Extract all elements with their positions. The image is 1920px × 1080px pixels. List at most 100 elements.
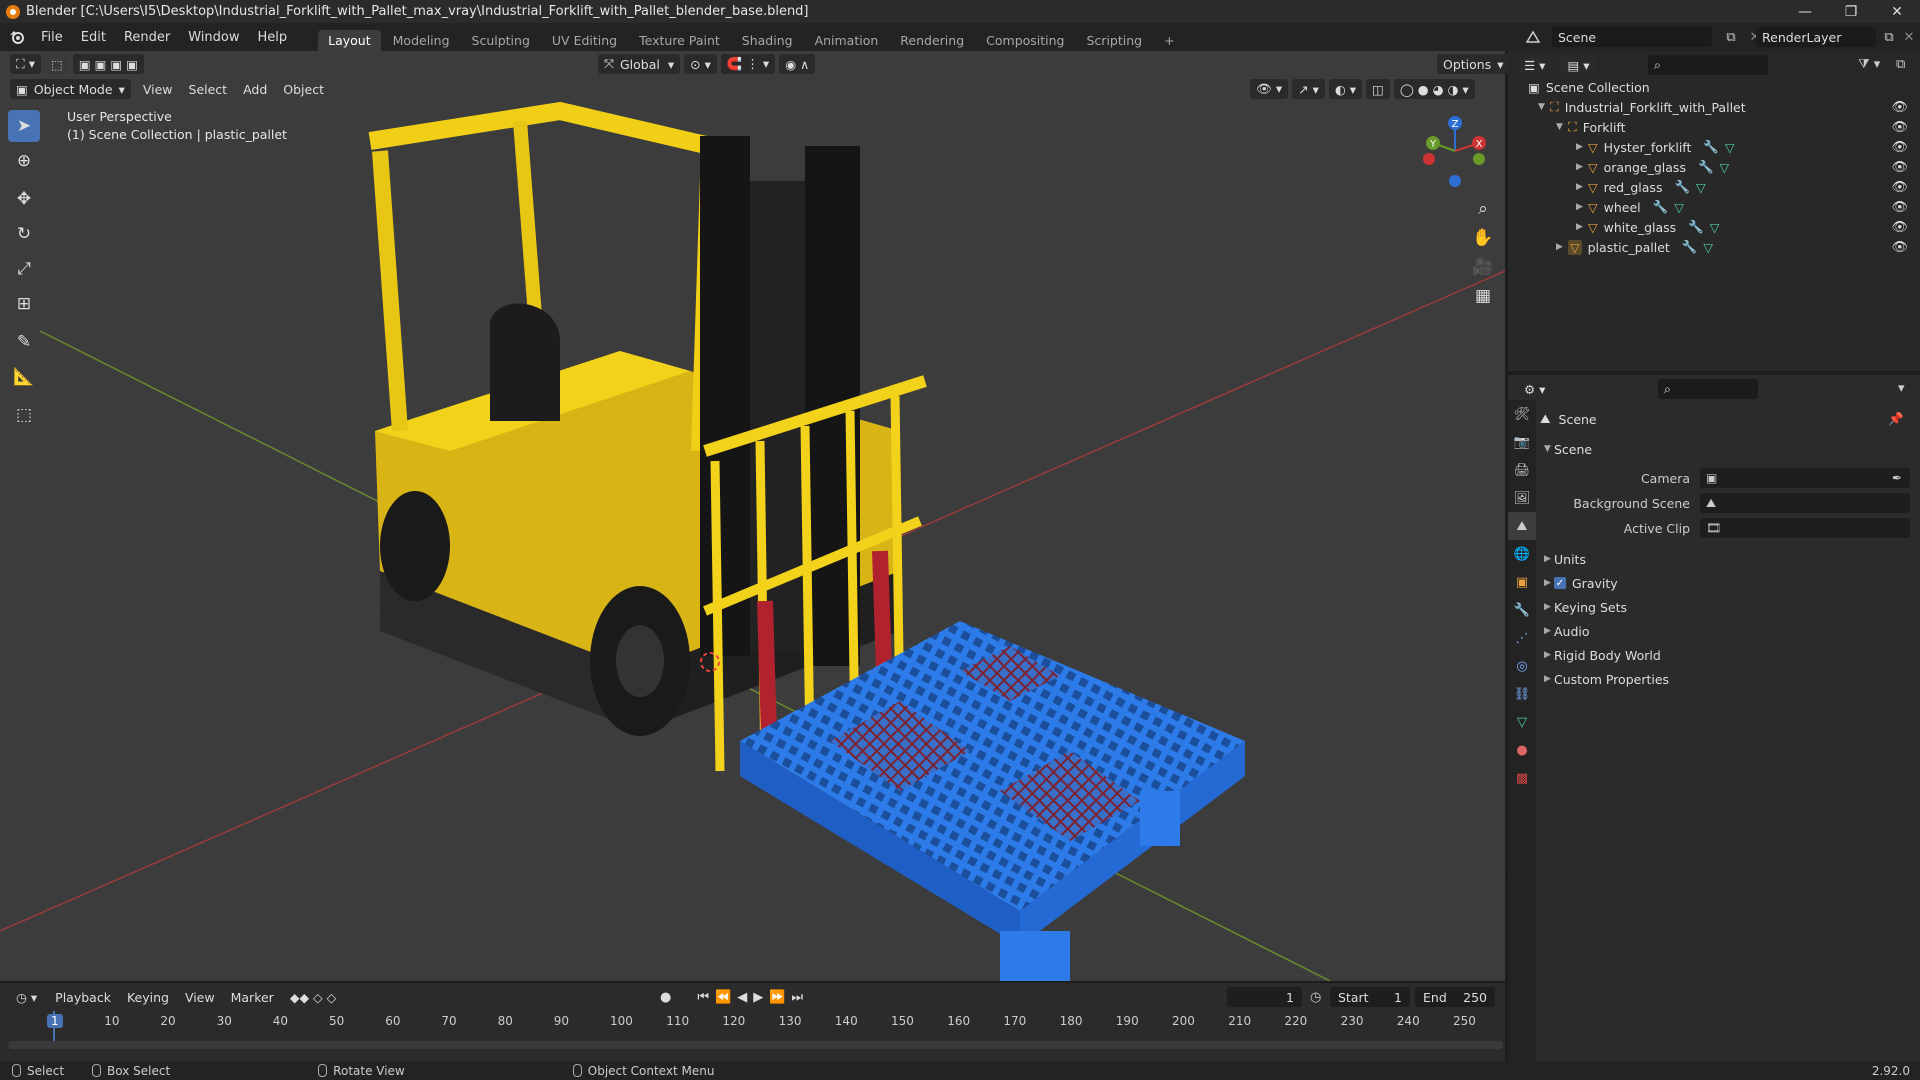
render-tab-icon[interactable]: 📷 [1508, 428, 1536, 456]
outliner-row-plastic-pallet[interactable]: ▶ ▽ plastic_pallet 🔧 ▽ 👁 [1508, 237, 1920, 257]
rotate-tool-icon[interactable]: ↻ [8, 218, 40, 250]
tab-sculpting[interactable]: Sculpting [462, 30, 540, 51]
new-layer-icon[interactable]: ⧉ [1880, 28, 1898, 46]
annotate-tool-icon[interactable]: ✎ [8, 326, 40, 358]
modifier-wrench-icon[interactable]: 🔧 [1682, 239, 1698, 255]
world-tab-icon[interactable]: 🌐 [1508, 540, 1536, 568]
outliner-search-input[interactable]: ⌕ [1648, 55, 1768, 75]
tab-animation[interactable]: Animation [805, 30, 889, 51]
mesh-data-icon[interactable]: ▽ [1696, 180, 1706, 195]
end-frame-field[interactable]: End 250 [1415, 987, 1495, 1007]
expand-triangle-icon[interactable]: ▼ [1556, 122, 1568, 132]
chevron-down-icon[interactable]: ▾ [1898, 381, 1905, 396]
eye-icon[interactable]: 👁 [1891, 200, 1908, 215]
start-frame-field[interactable]: Start 1 [1330, 987, 1410, 1007]
eye-icon[interactable]: 👁 [1891, 100, 1908, 115]
mesh-data-icon[interactable]: ▽ [1725, 140, 1735, 155]
maximize-button[interactable]: ❐ [1828, 0, 1874, 23]
cursor-tool-icon[interactable]: ⊕ [8, 145, 40, 177]
view-layer-tab-icon[interactable]: 🖼 [1508, 484, 1536, 512]
record-icon[interactable]: ● [660, 990, 671, 1005]
modifier-wrench-icon[interactable]: 🔧 [1703, 139, 1719, 155]
expand-triangle-icon[interactable]: ▶ [1576, 182, 1588, 192]
navigation-gizmo[interactable]: Z X Y [1415, 111, 1495, 191]
timeline-menu-marker[interactable]: Marker [223, 990, 282, 1005]
data-tab-icon[interactable]: ▽ [1508, 708, 1536, 736]
eye-icon[interactable]: 👁 [1891, 240, 1908, 255]
modifier-wrench-icon[interactable]: 🔧 [1653, 199, 1669, 215]
filter-icon[interactable]: ⧩ ▾ [1858, 57, 1880, 72]
select-tool-icon[interactable]: ⬚ [45, 54, 69, 74]
frame-ruler[interactable]: 1 10 20 30 40 50 60 70 80 90 100 110 120 130 140 150 160… [0, 1011, 1505, 1031]
viewport-menu-select[interactable]: Select [181, 82, 236, 97]
tab-modeling[interactable]: Modeling [383, 30, 460, 51]
eye-icon[interactable]: 👁 [1891, 220, 1908, 235]
outliner-row-scene-collection[interactable]: ▣ Scene Collection [1508, 77, 1920, 97]
render-layer-selector[interactable]: RenderLayer [1756, 27, 1876, 47]
expand-triangle-icon[interactable]: ▶ [1576, 162, 1588, 172]
selection-mode-icons[interactable]: ▣ ▣ ▣ ▣ [72, 54, 144, 74]
zoom-icon[interactable]: ⌕ [1470, 196, 1496, 222]
eye-icon[interactable]: 👁 [1891, 120, 1908, 135]
outliner-row-red-glass[interactable]: ▶ ▽ red_glass 🔧 ▽ 👁 [1508, 177, 1920, 197]
particles-tab-icon[interactable]: ⋰ [1508, 624, 1536, 652]
close-button[interactable]: ✕ [1874, 0, 1920, 23]
panel-gravity[interactable]: ▶ ✓ Gravity [1540, 572, 1912, 594]
add-workspace-button[interactable]: + [1154, 30, 1184, 51]
modifier-tab-icon[interactable]: 🔧 [1508, 596, 1536, 624]
snap-icon[interactable]: 🧲 ⋮ ▾ [720, 54, 776, 74]
menu-file[interactable]: File [32, 30, 72, 45]
properties-editor-icon[interactable]: ⚙ ▾ [1518, 379, 1552, 399]
menu-window[interactable]: Window [179, 30, 248, 45]
eye-icon[interactable]: 👁 [1891, 180, 1908, 195]
xray-icon[interactable]: ◫ [1366, 79, 1390, 99]
display-mode-icon[interactable]: ▤ ▾ [1561, 55, 1596, 75]
proportional-editing-icon[interactable]: ◉ ∧ [779, 54, 816, 74]
tab-compositing[interactable]: Compositing [976, 30, 1074, 51]
panel-custom-properties[interactable]: ▶ Custom Properties [1540, 668, 1912, 690]
outliner-row-wheel[interactable]: ▶ ▽ wheel 🔧 ▽ 👁 [1508, 197, 1920, 217]
outliner-row-industrial-forklift[interactable]: ▼ ⛶ Industrial_Forklift_with_Pallet 👁 [1508, 97, 1920, 117]
eyedropper-icon[interactable]: ✒ [1892, 471, 1902, 485]
scale-tool-icon[interactable]: ⤢ [8, 253, 40, 285]
prev-keyframe-icon[interactable]: ⏪ [715, 990, 731, 1005]
options-dropdown[interactable]: Options ▾ [1437, 54, 1510, 74]
texture-tab-icon[interactable]: ▩ [1508, 764, 1536, 792]
add-cube-tool-icon[interactable]: ⬚ [8, 399, 40, 431]
select-box-tool-icon[interactable]: ➤ [8, 110, 40, 142]
blender-menu-icon[interactable] [8, 28, 26, 46]
scene-tab-icon[interactable]: ⛰ [1508, 512, 1536, 540]
tab-uv-editing[interactable]: UV Editing [542, 30, 627, 51]
tab-rendering[interactable]: Rendering [890, 30, 974, 51]
outliner-row-orange-glass[interactable]: ▶ ▽ orange_glass 🔧 ▽ 👁 [1508, 157, 1920, 177]
measure-tool-icon[interactable]: 📐 [8, 361, 40, 393]
minimize-button[interactable]: — [1782, 0, 1828, 23]
modifier-wrench-icon[interactable]: 🔧 [1674, 179, 1690, 195]
panel-units[interactable]: ▶ Units [1540, 548, 1912, 570]
camera-view-icon[interactable]: 🎥 [1470, 254, 1496, 280]
physics-tab-icon[interactable]: ◎ [1508, 652, 1536, 680]
viewport-menu-object[interactable]: Object [275, 82, 332, 97]
viewport-menu-view[interactable]: View [135, 82, 181, 97]
modifier-wrench-icon[interactable]: 🔧 [1698, 159, 1714, 175]
eye-icon[interactable]: 👁 [1891, 160, 1908, 175]
pivot-point-icon[interactable]: ⊙ ▾ [684, 54, 717, 74]
gizmo-toggle-icon[interactable]: ↗ ▾ [1292, 79, 1325, 99]
transform-orientation-dropdown[interactable]: ⤧ Global ▾ [597, 54, 681, 74]
tool-tab-icon[interactable]: 🛠 [1508, 400, 1536, 428]
renderlayer-icon[interactable] [1726, 28, 1744, 46]
visibility-icon[interactable]: 👁 ▾ [1250, 79, 1289, 99]
menu-edit[interactable]: Edit [72, 30, 115, 45]
3d-viewport[interactable]: User Perspective (1) Scene Collection | … [0, 51, 1505, 981]
timeline-menu-keying[interactable]: Keying [119, 990, 177, 1005]
modifier-wrench-icon[interactable]: 🔧 [1688, 219, 1704, 235]
panel-audio[interactable]: ▶ Audio [1540, 620, 1912, 642]
expand-triangle-icon[interactable]: ▶ [1576, 202, 1588, 212]
menu-help[interactable]: Help [249, 30, 297, 45]
mesh-data-icon[interactable]: ▽ [1703, 240, 1713, 255]
overlay-toggle-icon[interactable]: ◐ ▾ [1328, 79, 1363, 99]
play-icon[interactable]: ▶ [753, 990, 763, 1005]
outliner-editor-icon[interactable]: ☰ ▾ [1518, 55, 1552, 75]
current-frame-field[interactable]: 1 [1227, 987, 1302, 1007]
play-reverse-icon[interactable]: ◀ [737, 990, 747, 1005]
